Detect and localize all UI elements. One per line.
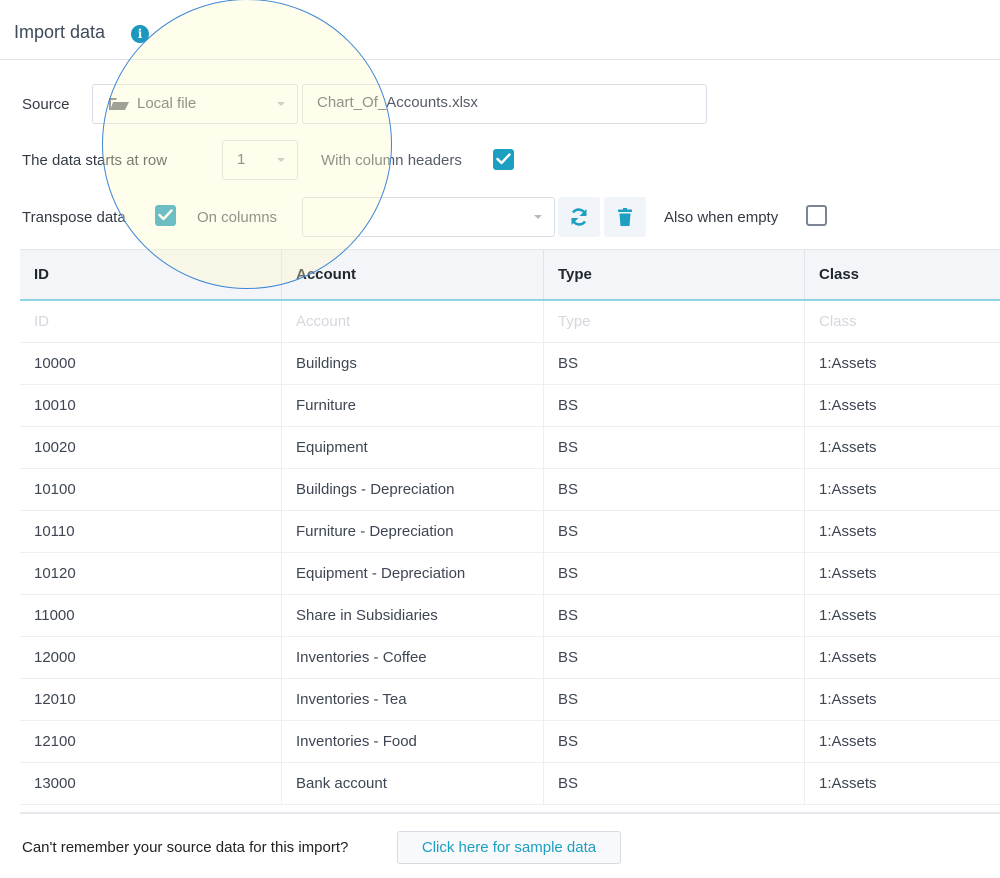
- cell-account: Buildings - Depreciation: [282, 469, 544, 510]
- cell-type: BS: [544, 511, 805, 552]
- cell-account: Inventories - Tea: [282, 679, 544, 720]
- cell-account: Buildings: [282, 343, 544, 384]
- also-when-empty-label: Also when empty: [664, 209, 779, 226]
- chevron-down-icon: [534, 215, 542, 219]
- cell-account: Furniture: [282, 385, 544, 426]
- data-preview-table: ID Account Type Class ID Account Type Cl…: [20, 249, 1000, 805]
- cell-id: 13000: [20, 763, 282, 804]
- refresh-icon: [571, 208, 587, 226]
- on-columns-label: On columns: [197, 209, 278, 226]
- cell-id: 12100: [20, 721, 282, 762]
- cell-account: Inventories - Food: [282, 721, 544, 762]
- info-icon[interactable]: i: [131, 25, 149, 43]
- cell-type: BS: [544, 343, 805, 384]
- cell-class: 1:Assets: [819, 397, 877, 414]
- column-header-type[interactable]: Type: [544, 250, 805, 299]
- refresh-button[interactable]: [558, 197, 600, 237]
- cell-account: Bank account: [282, 763, 544, 804]
- check-icon: [496, 153, 511, 165]
- cell-id: 10000: [20, 343, 282, 384]
- column-header-id[interactable]: ID: [20, 250, 282, 299]
- cell-class: 1:Assets: [819, 691, 877, 708]
- table-row[interactable]: 12000 Inventories - Coffee BS 1:Assets: [20, 637, 1000, 679]
- delete-button[interactable]: [604, 197, 646, 237]
- table-header: ID Account Type Class: [20, 250, 1000, 301]
- cell-account: Furniture - Depreciation: [282, 511, 544, 552]
- cell-id: 10020: [20, 427, 282, 468]
- cell-class: 1:Assets: [819, 355, 877, 372]
- cell-class: 1:Assets: [819, 523, 877, 540]
- trash-icon: [618, 208, 632, 226]
- source-select-value: Local file: [137, 95, 197, 112]
- chevron-down-icon: [277, 102, 285, 106]
- filter-id[interactable]: ID: [20, 301, 282, 342]
- cell-account: Equipment: [282, 427, 544, 468]
- cell-class: 1:Assets: [819, 775, 877, 792]
- cell-class: 1:Assets: [819, 565, 877, 582]
- cell-class: 1:Assets: [819, 607, 877, 624]
- start-row-value: 1: [237, 151, 246, 168]
- column-header-account[interactable]: Account: [282, 250, 544, 299]
- check-icon: [158, 209, 173, 221]
- column-headers-label: With column headers: [321, 152, 462, 169]
- cell-class: 1:Assets: [819, 439, 877, 456]
- table-row[interactable]: 10120 Equipment - Depreciation BS 1:Assets: [20, 553, 1000, 595]
- cell-account: Equipment - Depreciation: [282, 553, 544, 594]
- table-row[interactable]: 10010 Furniture BS 1:Assets: [20, 385, 1000, 427]
- table-row[interactable]: 10000 Buildings BS 1:Assets: [20, 343, 1000, 385]
- table-row[interactable]: 13000 Bank account BS 1:Assets: [20, 763, 1000, 805]
- start-row-select[interactable]: 1: [222, 140, 298, 180]
- cell-id: 12000: [20, 637, 282, 678]
- table-row[interactable]: 10100 Buildings - Depreciation BS 1:Assets: [20, 469, 1000, 511]
- cell-type: BS: [544, 637, 805, 678]
- cell-account: Share in Subsidiaries: [282, 595, 544, 636]
- cell-type: BS: [544, 721, 805, 762]
- cell-type: BS: [544, 595, 805, 636]
- cell-type: BS: [544, 553, 805, 594]
- cell-id: 10110: [20, 511, 282, 552]
- cell-id: 10100: [20, 469, 282, 510]
- file-name-input[interactable]: Chart_Of_Accounts.xlsx: [302, 84, 707, 124]
- cell-type: BS: [544, 679, 805, 720]
- table-bottom-border: [20, 812, 1000, 814]
- cell-class: 1:Assets: [819, 733, 877, 750]
- column-header-class[interactable]: Class: [805, 250, 1000, 299]
- page-header: Import data i: [0, 0, 1000, 60]
- start-row-label: The data starts at row: [22, 152, 168, 169]
- table-row[interactable]: 12010 Inventories - Tea BS 1:Assets: [20, 679, 1000, 721]
- on-columns-select[interactable]: [302, 197, 555, 237]
- cell-type: BS: [544, 469, 805, 510]
- table-body: 10000 Buildings BS 1:Assets 10010 Furniture BS…: [20, 343, 1000, 805]
- chevron-down-icon: [277, 158, 285, 162]
- table-row[interactable]: 12100 Inventories - Food BS 1:Assets: [20, 721, 1000, 763]
- cell-account: Inventories - Coffee: [282, 637, 544, 678]
- source-label: Source: [22, 96, 70, 113]
- cell-type: BS: [544, 385, 805, 426]
- filter-type[interactable]: Type: [544, 301, 805, 342]
- table-row[interactable]: 10110 Furniture - Depreciation BS 1:Assets: [20, 511, 1000, 553]
- transpose-label: Transpose data: [22, 209, 126, 226]
- column-headers-checkbox[interactable]: [493, 149, 514, 170]
- cell-id: 10010: [20, 385, 282, 426]
- cell-type: BS: [544, 427, 805, 468]
- sample-data-question: Can't remember your source data for this…: [22, 839, 349, 856]
- cell-id: 12010: [20, 679, 282, 720]
- transpose-checkbox[interactable]: [155, 205, 176, 226]
- also-when-empty-checkbox[interactable]: [806, 205, 827, 226]
- sample-data-button[interactable]: Click here for sample data: [397, 831, 621, 864]
- page-title: Import data: [14, 22, 106, 42]
- cell-type: BS: [544, 763, 805, 804]
- cell-id: 11000: [20, 595, 282, 636]
- filter-account[interactable]: Account: [282, 301, 544, 342]
- table-row[interactable]: 10020 Equipment BS 1:Assets: [20, 427, 1000, 469]
- cell-id: 10120: [20, 553, 282, 594]
- cell-class: 1:Assets: [819, 481, 877, 498]
- folder-open-icon: [109, 98, 129, 110]
- cell-class: 1:Assets: [819, 649, 877, 666]
- table-row[interactable]: 11000 Share in Subsidiaries BS 1:Assets: [20, 595, 1000, 637]
- filter-class[interactable]: Class: [805, 301, 1000, 342]
- filter-row: ID Account Type Class: [20, 301, 1000, 343]
- source-select[interactable]: Local file: [92, 84, 298, 124]
